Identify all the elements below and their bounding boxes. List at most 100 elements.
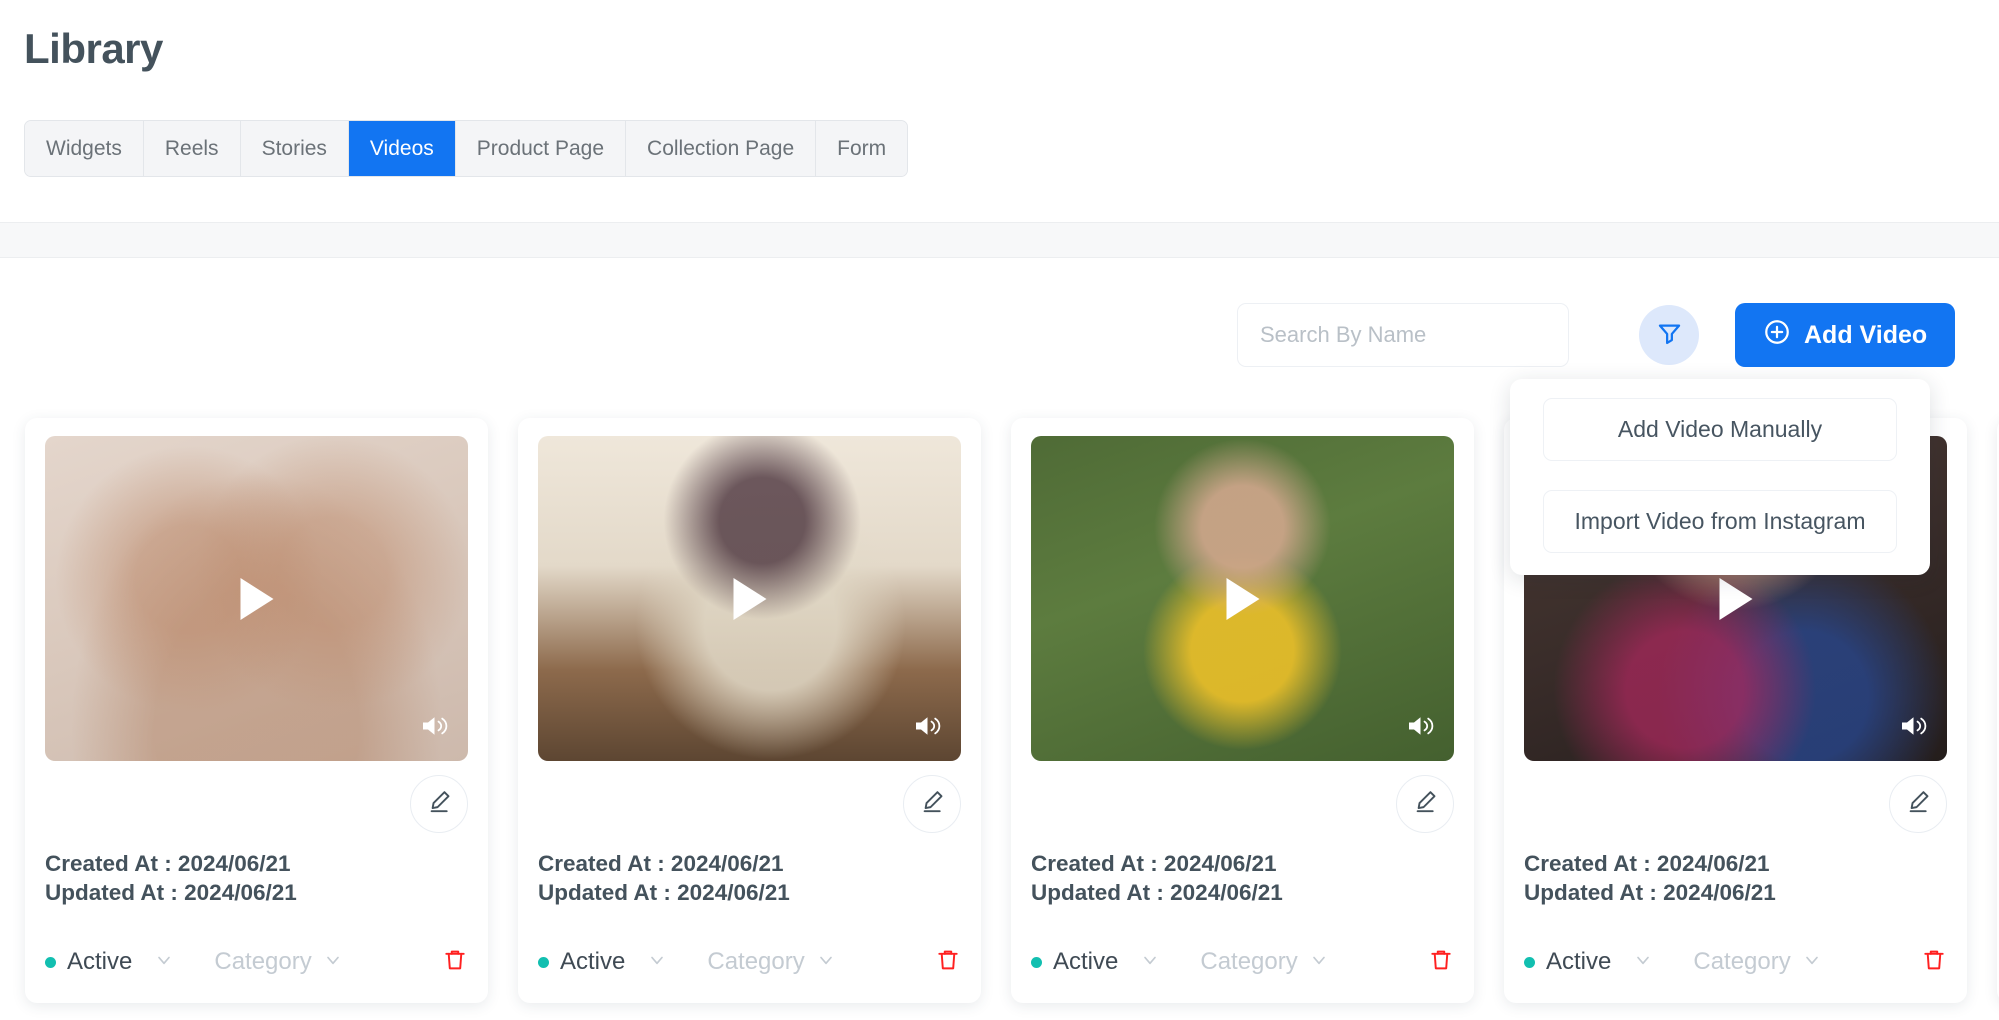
pencil-edit-icon bbox=[1905, 788, 1932, 820]
tab-widgets[interactable]: Widgets bbox=[25, 121, 144, 176]
chevron-down-icon bbox=[323, 950, 343, 975]
created-at-label: Created At : 2024/06/21 bbox=[1031, 851, 1277, 876]
video-timestamps: Created At : 2024/06/21 Updated At : 202… bbox=[538, 850, 790, 908]
tab-label: Reels bbox=[164, 136, 219, 160]
volume-on-icon[interactable] bbox=[1405, 712, 1437, 745]
menu-item-add-video-manually[interactable]: Add Video Manually bbox=[1543, 398, 1897, 461]
volume-on-icon[interactable] bbox=[1898, 712, 1930, 745]
filter-button[interactable] bbox=[1639, 305, 1699, 365]
category-dropdown[interactable]: Category bbox=[1200, 948, 1328, 976]
tab-label: Collection Page bbox=[647, 136, 795, 160]
edit-video-button[interactable] bbox=[903, 775, 961, 833]
category-dropdown[interactable]: Category bbox=[214, 948, 342, 976]
updated-at-label: Updated At : 2024/06/21 bbox=[45, 879, 297, 905]
chevron-down-icon bbox=[1633, 950, 1653, 975]
delete-video-button[interactable] bbox=[442, 947, 468, 978]
video-thumbnail[interactable] bbox=[45, 436, 468, 761]
video-card[interactable]: Created At : 2024/06/21 Updated At : 202… bbox=[1011, 418, 1474, 1003]
video-timestamps: Created At : 2024/06/21 Updated At : 202… bbox=[1524, 850, 1776, 908]
tab-label: Product Page bbox=[476, 136, 605, 160]
category-label: Category bbox=[707, 948, 805, 975]
created-at-label: Created At : 2024/06/21 bbox=[45, 851, 291, 876]
trash-delete-icon bbox=[1428, 947, 1454, 978]
status-dot-icon bbox=[1031, 956, 1042, 968]
volume-on-icon[interactable] bbox=[419, 712, 451, 745]
updated-at-label: Updated At : 2024/06/21 bbox=[1031, 879, 1283, 905]
chevron-down-icon bbox=[1140, 950, 1160, 975]
video-thumbnail[interactable] bbox=[1031, 436, 1454, 761]
video-card-footer: Active Category bbox=[1524, 934, 1947, 990]
status-dot-icon bbox=[1524, 956, 1535, 968]
play-icon[interactable] bbox=[240, 577, 273, 620]
plus-circle-icon bbox=[1763, 318, 1791, 353]
pencil-edit-icon bbox=[426, 788, 453, 820]
tab-label: Videos bbox=[369, 136, 434, 160]
chevron-down-icon bbox=[647, 950, 667, 975]
tab-label: Widgets bbox=[46, 136, 122, 160]
status-label: Active bbox=[67, 948, 133, 975]
tab-product-page[interactable]: Product Page bbox=[455, 121, 627, 176]
trash-delete-icon bbox=[442, 947, 468, 978]
updated-at-label: Updated At : 2024/06/21 bbox=[1524, 879, 1776, 905]
filter-funnel-icon bbox=[1656, 320, 1683, 350]
status-label: Active bbox=[1053, 948, 1119, 975]
edit-video-button[interactable] bbox=[410, 775, 468, 833]
category-dropdown[interactable]: Category bbox=[707, 948, 835, 976]
status-dropdown[interactable]: Active bbox=[1031, 948, 1160, 976]
tab-collection-page[interactable]: Collection Page bbox=[626, 121, 817, 176]
add-video-dropdown-menu: Add Video Manually Import Video from Ins… bbox=[1510, 379, 1930, 575]
page-title: Library bbox=[24, 25, 163, 72]
library-type-tabs: Widgets Reels Stories Videos Product Pag… bbox=[24, 120, 909, 177]
status-dot-icon bbox=[45, 956, 56, 968]
delete-video-button[interactable] bbox=[935, 947, 961, 978]
created-at-label: Created At : 2024/06/21 bbox=[1524, 851, 1770, 876]
content-toolbar: Add Video bbox=[0, 303, 1999, 367]
video-card[interactable]: Created At : 2024/06/21 Updated At : 202… bbox=[518, 418, 981, 1003]
chevron-down-icon bbox=[154, 950, 174, 975]
status-dropdown[interactable]: Active bbox=[538, 948, 667, 976]
video-card-footer: Active Category bbox=[45, 934, 468, 990]
edit-video-button[interactable] bbox=[1889, 775, 1947, 833]
menu-item-label: Add Video Manually bbox=[1617, 416, 1823, 442]
trash-delete-icon bbox=[935, 947, 961, 978]
add-video-label: Add Video bbox=[1804, 320, 1928, 349]
category-dropdown[interactable]: Category bbox=[1693, 948, 1821, 976]
search-input[interactable] bbox=[1238, 304, 1568, 366]
search-field-group bbox=[1237, 303, 1569, 367]
video-card-footer: Active Category bbox=[1031, 934, 1454, 990]
tab-reels[interactable]: Reels bbox=[143, 121, 241, 176]
section-divider-band bbox=[0, 222, 1999, 258]
play-icon[interactable] bbox=[733, 577, 766, 620]
category-label: Category bbox=[214, 948, 312, 975]
chevron-down-icon bbox=[1309, 950, 1329, 975]
tab-videos[interactable]: Videos bbox=[348, 121, 456, 176]
volume-on-icon[interactable] bbox=[912, 712, 944, 745]
status-label: Active bbox=[1546, 948, 1612, 975]
status-dropdown[interactable]: Active bbox=[1524, 948, 1653, 976]
updated-at-label: Updated At : 2024/06/21 bbox=[538, 879, 790, 905]
trash-delete-icon bbox=[1921, 947, 1947, 978]
status-label: Active bbox=[560, 948, 626, 975]
play-icon[interactable] bbox=[1719, 577, 1752, 620]
menu-item-import-video-from-instagram[interactable]: Import Video from Instagram bbox=[1543, 490, 1897, 553]
video-timestamps: Created At : 2024/06/21 Updated At : 202… bbox=[45, 850, 297, 908]
created-at-label: Created At : 2024/06/21 bbox=[538, 851, 784, 876]
video-card[interactable]: Created At : 2024/06/21 Updated At : 202… bbox=[25, 418, 488, 1003]
category-label: Category bbox=[1693, 948, 1791, 975]
status-dot-icon bbox=[538, 956, 549, 968]
chevron-down-icon bbox=[816, 950, 836, 975]
video-card-footer: Active Category bbox=[538, 934, 961, 990]
pencil-edit-icon bbox=[1412, 788, 1439, 820]
status-dropdown[interactable]: Active bbox=[45, 948, 174, 976]
tab-form[interactable]: Form bbox=[816, 121, 908, 176]
category-label: Category bbox=[1200, 948, 1298, 975]
video-timestamps: Created At : 2024/06/21 Updated At : 202… bbox=[1031, 850, 1283, 908]
edit-video-button[interactable] bbox=[1396, 775, 1454, 833]
video-thumbnail[interactable] bbox=[538, 436, 961, 761]
play-icon[interactable] bbox=[1226, 577, 1259, 620]
add-video-button[interactable]: Add Video bbox=[1735, 303, 1956, 367]
delete-video-button[interactable] bbox=[1428, 947, 1454, 978]
delete-video-button[interactable] bbox=[1921, 947, 1947, 978]
tab-label: Stories bbox=[261, 136, 327, 160]
tab-stories[interactable]: Stories bbox=[240, 121, 349, 176]
